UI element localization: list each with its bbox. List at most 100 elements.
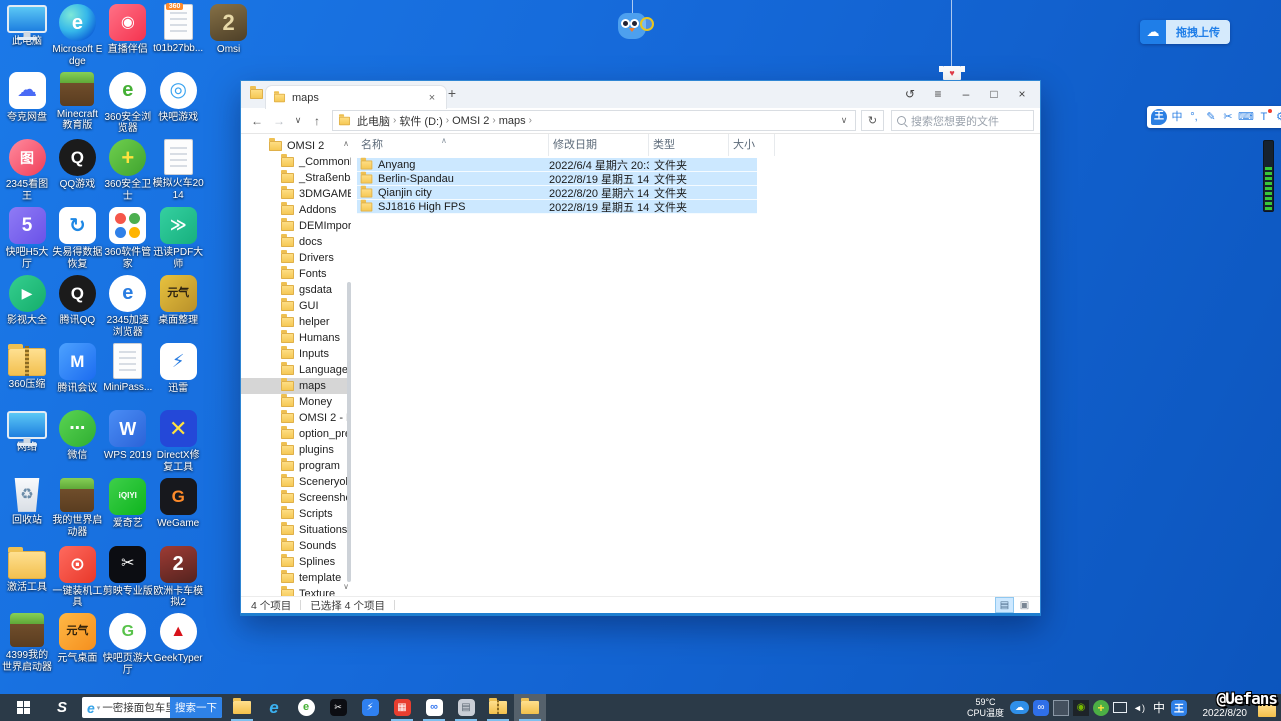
tree-item-screenshots[interactable]: Screenshots <box>241 490 351 506</box>
tree-item-omsi-2[interactable]: OMSI 2 <box>241 138 351 154</box>
taskbar-360-browser[interactable]: e <box>290 694 322 721</box>
new-tab-button[interactable]: + <box>443 85 461 101</box>
taskbar-search[interactable]: e ▾ 一密接面包车里过夜 搜索一下 <box>82 697 222 718</box>
desktop-icon-yuanqi-desktop[interactable]: 元气元气桌面 <box>52 613 102 665</box>
desktop-icon-jianying-pro[interactable]: ✂剪映专业版 <box>103 546 153 598</box>
file-row[interactable]: Berlin-Spandau2022/8/19 星期五 14:...文件夹 <box>357 172 757 186</box>
tree-item-situations[interactable]: Situations <box>241 522 351 538</box>
taskbar-explorer[interactable] <box>226 694 258 721</box>
tree-item-splines[interactable]: Splines <box>241 554 351 570</box>
360-safe-tray-icon[interactable]: + <box>1093 700 1109 716</box>
desktop-icon-360-browser[interactable]: e360安全浏览器 <box>103 72 153 136</box>
file-row[interactable]: SJ1816 High FPS2022/8/19 星期五 14:...文件夹 <box>357 200 757 214</box>
sogou-logo-icon[interactable]: 王 <box>1151 109 1167 125</box>
desktop-icon-xunlei[interactable]: ⚡迅雷 <box>153 343 203 395</box>
window-tray-icon[interactable] <box>1053 700 1069 716</box>
desktop-icon-tencent-qq[interactable]: Q腾讯QQ <box>52 275 102 327</box>
network-tray-icon[interactable] <box>1113 702 1127 713</box>
edge-performance-gauge[interactable] <box>1263 140 1274 212</box>
desktop-icon-train-sim-2014[interactable]: 模拟火车2014 <box>153 139 203 202</box>
tree-item-drivers[interactable]: Drivers <box>241 250 351 266</box>
file-row[interactable]: Anyang2022/6/4 星期六 20:31文件夹 <box>357 158 757 172</box>
desktop-icon-wps-2019[interactable]: WWPS 2019 <box>103 410 153 462</box>
tree-item-gui[interactable]: GUI <box>241 298 351 314</box>
desktop-icon-minipass[interactable]: MiniPass... <box>103 343 153 394</box>
desktop-icon-recycle-bin[interactable]: ♻回收站 <box>2 478 52 527</box>
desktop-icon-kuaiba-h5[interactable]: 5快吧H5大厅 <box>2 207 52 271</box>
taskbar-quark[interactable]: ∞ <box>418 694 450 721</box>
tree-item-docs[interactable]: docs <box>241 234 351 250</box>
desktop-icon-kuaiba-game[interactable]: ◎快吧游戏 <box>153 72 203 124</box>
tree-item-omsi-2-b[interactable]: OMSI 2 - B <box>241 410 351 426</box>
search-go-button[interactable]: 搜索一下 <box>170 697 222 718</box>
tree-item-maps[interactable]: maps <box>241 378 351 394</box>
shirt-pet-widget[interactable]: ♥ <box>943 66 961 80</box>
tree-item-money[interactable]: Money <box>241 394 351 410</box>
breadcrumb-segment[interactable]: OMSI 2 <box>449 115 492 127</box>
desktop-icon-quark-netdisk[interactable]: ☁夸克网盘 <box>2 72 52 124</box>
tree-item-template[interactable]: template <box>241 570 351 586</box>
cpu-temp-widget[interactable]: 59°C CPU温度 <box>967 697 1004 719</box>
weiyun-cloud-tray-icon[interactable]: ☁ <box>1010 701 1029 714</box>
thumbnail-view-button[interactable]: ▣ <box>1016 598 1033 612</box>
tree-scroll-down-icon[interactable]: ∨ <box>343 582 349 591</box>
tree-item-program[interactable]: program <box>241 458 351 474</box>
taskbar-software-store[interactable]: ▦ <box>386 694 418 721</box>
desktop-icon-minecraft-edu[interactable]: Minecraft 教育版 <box>52 72 102 133</box>
desktop-icon-2345-browser[interactable]: e2345加速浏览器 <box>103 275 153 339</box>
column-header-1[interactable]: 修改日期 <box>549 134 649 156</box>
desktop-icon-4399-mc-launcher[interactable]: 4399我的世界启动器 <box>2 613 52 674</box>
forward-button[interactable]: → <box>269 114 289 128</box>
tree-item-sounds[interactable]: Sounds <box>241 538 351 554</box>
tree-item-plugins[interactable]: plugins <box>241 442 351 458</box>
column-header-0[interactable]: 名称∧ <box>357 134 549 156</box>
refresh-button[interactable]: ↻ <box>861 110 884 131</box>
tree-item-humans[interactable]: Humans <box>241 330 351 346</box>
history-dropdown-icon[interactable]: ∨ <box>291 115 305 126</box>
volume-tray-icon[interactable]: ◄) <box>1131 700 1147 716</box>
maximize-button[interactable]: □ <box>980 81 1008 108</box>
desktop-icon-microsoft-edge[interactable]: eMicrosoft Edge <box>52 4 102 68</box>
desktop-icon-tencent-meeting[interactable]: M腾讯会议 <box>52 343 102 395</box>
tree-item-option-pres[interactable]: option_pres <box>241 426 351 442</box>
breadcrumb-segment[interactable]: 软件 (D:) <box>396 113 445 129</box>
column-header-2[interactable]: 类型 <box>649 134 729 156</box>
ime-scissors-icon[interactable]: ✂ <box>1221 106 1235 128</box>
tree-item-gsdata[interactable]: gsdata <box>241 282 351 298</box>
search-input[interactable]: 搜索您想要的文件 <box>891 110 1034 131</box>
ime-settings-icon[interactable]: ⚙ <box>1274 106 1281 128</box>
back-button[interactable]: ← <box>247 114 267 128</box>
address-dropdown-icon[interactable]: ∨ <box>838 115 850 126</box>
desktop-icon-xundu-pdf[interactable]: ≫迅读PDF大师 <box>153 207 203 271</box>
desktop-icon-zhuomian-zhengli[interactable]: 元气桌面整理 <box>153 275 203 327</box>
360-assistant-button[interactable]: S <box>46 694 78 721</box>
taskbar-ie[interactable]: e <box>258 694 290 721</box>
taskbar-360zip[interactable] <box>482 694 514 721</box>
desktop-icon-2345-pic-viewer[interactable]: 图2345看图王 <box>2 139 52 203</box>
start-button[interactable] <box>0 694 46 721</box>
desktop-icon-yingshi-daquan[interactable]: ▶影视大全 <box>2 275 52 327</box>
desktop-icon-t01b27bb[interactable]: 360t01b27bb... <box>153 4 203 55</box>
tree-item-inputs[interactable]: Inputs <box>241 346 351 362</box>
ime-skin-icon[interactable]: T <box>1257 106 1271 128</box>
desktop-icon-directx-repair[interactable]: ✕DirectX修复工具 <box>153 410 203 474</box>
close-button[interactable]: × <box>1008 81 1036 108</box>
taskbar-capcut[interactable]: ✂ <box>322 694 354 721</box>
ime-toolbar[interactable]: 王中°,✎✂⌨T⚙ <box>1147 106 1281 128</box>
breadcrumb[interactable]: 此电脑›软件 (D:)›OMSI 2›maps› ∨ <box>332 110 856 131</box>
quark-tray-icon[interactable]: ∞ <box>1033 700 1049 716</box>
desktop-icon-jihuo-tool[interactable]: 激活工具 <box>2 546 52 594</box>
desktop-icon-geektyper[interactable]: ▲GeekTyper <box>153 613 203 665</box>
ime-pen-icon[interactable]: ✎ <box>1204 106 1218 128</box>
tree-scroll-up-icon[interactable]: ∧ <box>343 139 349 148</box>
minimize-button[interactable]: – <box>952 81 980 108</box>
desktop-icon-wechat[interactable]: ⋯微信 <box>52 410 102 462</box>
desktop-icon-360-safe[interactable]: +360安全卫士 <box>103 139 153 203</box>
nvidia-tray-icon[interactable]: ◉ <box>1073 700 1089 716</box>
desktop-icon-qq-game[interactable]: QQQ游戏 <box>52 139 102 191</box>
breadcrumb-segment[interactable]: 此电脑 <box>354 113 393 129</box>
ime-phonetic-icon[interactable]: °, <box>1187 106 1201 128</box>
up-button[interactable]: ↑ <box>307 114 327 128</box>
desktop-icon-iqiyi[interactable]: iQIYI爱奇艺 <box>103 478 153 530</box>
taskbar-explorer-active[interactable] <box>514 694 546 721</box>
